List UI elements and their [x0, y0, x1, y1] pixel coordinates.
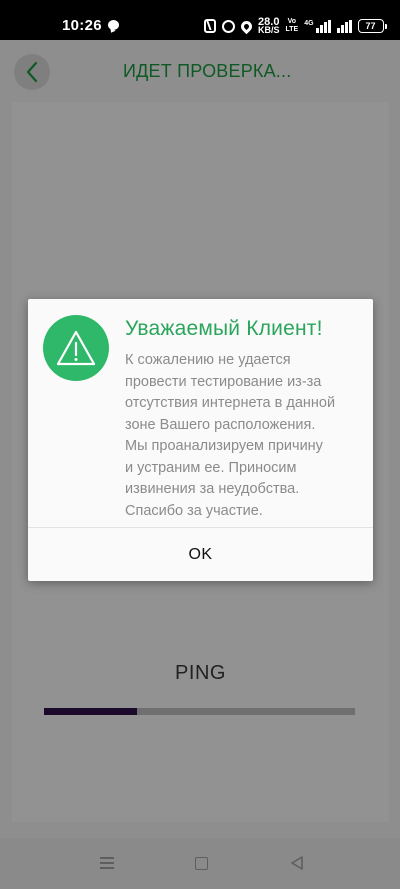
battery-level: 77 — [365, 21, 376, 31]
message-notification-icon — [108, 20, 119, 30]
warning-triangle-icon — [56, 330, 96, 366]
menu-icon[interactable] — [100, 857, 114, 869]
page-title: ИДЕТ ПРОВЕРКА... — [123, 61, 292, 81]
network-type: 4G — [304, 19, 314, 27]
signal-strength-icon-2 — [336, 19, 352, 33]
battery-icon: 77 — [357, 19, 387, 33]
home-icon[interactable] — [195, 857, 208, 870]
chevron-left-icon — [26, 61, 38, 83]
ok-button[interactable]: OK — [28, 528, 373, 581]
system-nav-bar — [0, 838, 400, 889]
dialog-message: К сожалению не удается провести тестиров… — [125, 352, 336, 519]
location-icon — [238, 18, 255, 34]
network-speed-unit: KB/S — [258, 25, 280, 35]
status-icons: 28.0 KB/S Vo LTE 4G 77 — [204, 16, 387, 36]
ping-progress-fill — [44, 708, 138, 715]
back-triangle-icon[interactable] — [290, 856, 304, 870]
back-button[interactable] — [14, 54, 50, 90]
ping-label: PING — [175, 662, 226, 684]
volte-top: Vo — [287, 18, 297, 25]
app-bar: ИДЕТ ПРОВЕРКА... — [0, 40, 400, 100]
volte-bottom: LTE — [285, 26, 299, 33]
ping-progress-bar — [44, 708, 355, 715]
warning-badge — [43, 315, 109, 381]
status-time: 10:26 — [62, 17, 102, 34]
alert-dialog: Уважаемый Клиент! К сожалению не удается… — [28, 299, 373, 581]
dialog-title: Уважаемый Клиент! — [125, 317, 323, 340]
signal-strength-icon: 4G — [304, 19, 331, 33]
volte-indicator: Vo LTE — [286, 18, 299, 34]
nfc-icon — [204, 19, 216, 33]
network-speed: 28.0 KB/S — [258, 17, 280, 35]
alarm-icon — [222, 19, 235, 33]
status-bar: 10:26 28.0 KB/S Vo LTE 4G 77 — [0, 0, 400, 40]
